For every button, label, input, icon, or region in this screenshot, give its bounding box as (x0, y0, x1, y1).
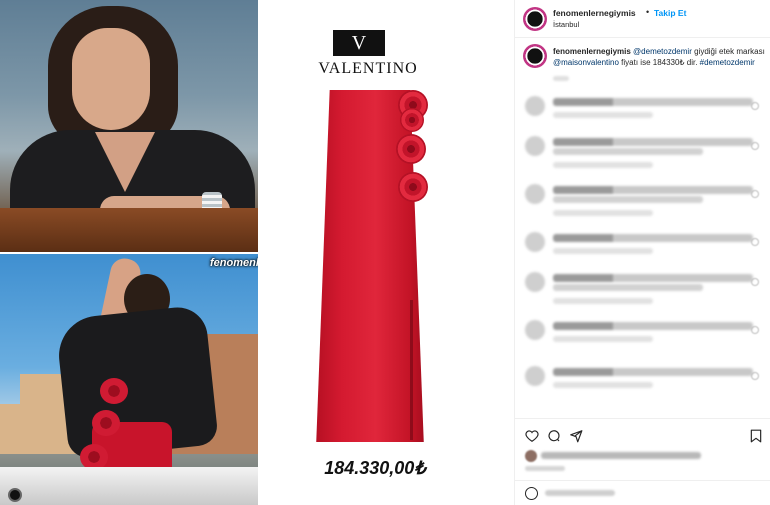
caption-username[interactable]: fenomenlernegiymis (553, 47, 631, 56)
add-comment-bar (515, 480, 770, 505)
price: 184.330,00₺ (324, 458, 426, 478)
caption-text: fiyatı ise 184330₺ dir. (621, 58, 698, 67)
rose (398, 172, 428, 202)
mention-link[interactable]: @maisonvalentino (553, 58, 619, 67)
comment-avatar[interactable] (525, 96, 545, 116)
boat-deck (0, 467, 258, 505)
comment (525, 272, 765, 316)
comment-like-icon[interactable] (751, 326, 759, 334)
follow-button[interactable]: Takip Et (654, 8, 686, 18)
share-icon[interactable] (569, 429, 583, 443)
rose (100, 378, 128, 404)
comment-like-icon[interactable] (751, 238, 759, 246)
post-time-blurred (525, 466, 565, 471)
comment-icon[interactable] (547, 429, 561, 443)
photo-top (0, 0, 258, 252)
comment-avatar[interactable] (525, 136, 545, 156)
comment-text-blurred (553, 322, 753, 330)
comment-meta-blurred (553, 210, 653, 216)
comment-avatar[interactable] (525, 366, 545, 386)
profile-corner-icon (8, 488, 22, 502)
profile-avatar[interactable] (523, 7, 547, 31)
comment-avatar[interactable] (525, 320, 545, 340)
liker-avatar[interactable] (525, 450, 537, 462)
post-actions (515, 418, 770, 450)
face (72, 28, 150, 130)
likes-count-blurred[interactable] (541, 452, 701, 459)
comment (525, 136, 765, 180)
rose (396, 134, 426, 164)
comment-text-blurred (553, 148, 703, 155)
comment-meta-blurred (553, 248, 653, 254)
brand-name: VALENTINO (318, 60, 418, 77)
comment-like-icon[interactable] (751, 190, 759, 198)
boat-rail (0, 208, 258, 252)
post-caption: fenomenlernegiymis @demetozdemir giydiği… (553, 46, 767, 68)
caption-avatar[interactable] (523, 44, 547, 68)
separator-dot: • (646, 7, 650, 17)
comment-text-blurred (553, 368, 753, 376)
comment-like-icon[interactable] (751, 372, 759, 380)
comment-meta-blurred (553, 162, 653, 168)
comment (525, 320, 765, 364)
logo-monogram: V (351, 32, 367, 54)
comment-text-blurred (553, 138, 753, 146)
comment-text-blurred (553, 234, 753, 242)
comment-meta-blurred (553, 298, 653, 304)
comment-text-blurred (553, 274, 753, 282)
rose (92, 410, 120, 436)
comment-avatar[interactable] (525, 272, 545, 292)
skirt-slit (410, 300, 413, 440)
caption-time-blurred (553, 76, 569, 81)
comment-like-icon[interactable] (751, 142, 759, 150)
post-header: fenomenlernegiymis • Takip Et İstanbul (515, 0, 770, 38)
comment (525, 96, 765, 140)
instagram-post-panel: fenomenlernegiymis • Takip Et İstanbul f… (514, 0, 770, 505)
comment-text-blurred (553, 186, 753, 194)
caption-text: giydiği etek markası (694, 47, 765, 56)
mention-link[interactable]: @demetozdemir (633, 47, 692, 56)
comment-avatar[interactable] (525, 184, 545, 204)
comment-like-icon[interactable] (751, 278, 759, 286)
building (0, 404, 30, 454)
heart-icon[interactable] (525, 429, 539, 443)
username-link[interactable]: fenomenlernegiymis (553, 8, 636, 18)
comment-meta-blurred (553, 382, 653, 388)
add-comment-input[interactable] (545, 490, 615, 496)
photo-bottom (0, 254, 258, 505)
emoji-icon[interactable] (525, 487, 538, 500)
comment-text-blurred (553, 98, 753, 106)
valentino-logo: V (333, 30, 385, 56)
rose (400, 108, 424, 132)
comment (525, 232, 765, 276)
comment-like-icon[interactable] (751, 102, 759, 110)
comment-meta-blurred (553, 336, 653, 342)
comment-avatar[interactable] (525, 232, 545, 252)
comment (525, 184, 765, 228)
bookmark-icon[interactable] (749, 429, 763, 443)
comment (525, 366, 765, 410)
comment-meta-blurred (553, 112, 653, 118)
location-link[interactable]: İstanbul (553, 20, 579, 29)
comment-text-blurred (553, 196, 703, 203)
comment-text-blurred (553, 284, 703, 291)
hashtag-link[interactable]: #demetozdemir (700, 58, 755, 67)
